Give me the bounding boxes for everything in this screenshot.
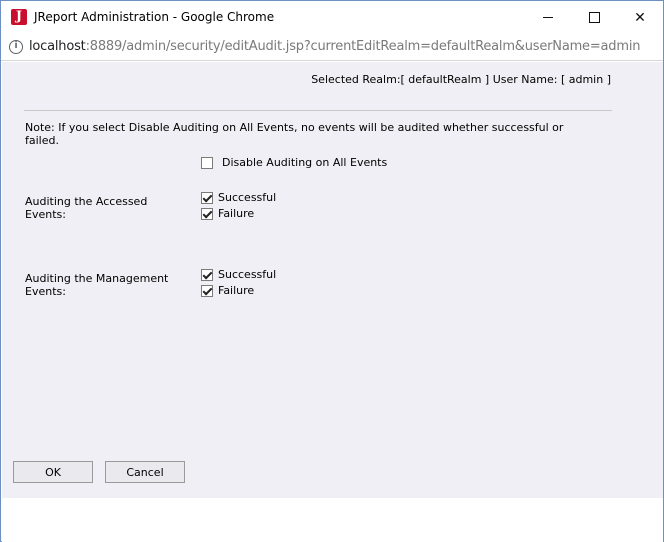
management-failure-row[interactable]: Failure — [201, 284, 254, 297]
url-text[interactable]: localhost:8889/admin/security/editAudit.… — [29, 39, 640, 54]
disable-auditing-row[interactable]: Disable Auditing on All Events — [201, 156, 387, 169]
management-failure-checkbox[interactable] — [201, 284, 213, 297]
accessed-events-label: Auditing the Accessed Events: — [25, 195, 148, 221]
management-successful-row[interactable]: Successful — [201, 268, 276, 281]
url-host: localhost — [29, 39, 86, 54]
close-button[interactable]: ✕ — [617, 1, 663, 34]
maximize-icon — [588, 12, 600, 23]
address-bar[interactable]: i localhost:8889/admin/security/editAudi… — [1, 34, 663, 61]
close-icon: ✕ — [634, 9, 646, 26]
accessed-failure-row[interactable]: Failure — [201, 207, 254, 220]
window-bottom-area — [2, 498, 663, 542]
minimize-icon — [543, 17, 553, 18]
disable-auditing-label: Disable Auditing on All Events — [222, 156, 388, 169]
accessed-successful-row[interactable]: Successful — [201, 191, 276, 204]
window-title: JReport Administration - Google Chrome — [34, 10, 275, 24]
cancel-button[interactable]: Cancel — [105, 461, 185, 483]
accessed-failure-label: Failure — [218, 207, 255, 220]
management-successful-label: Successful — [218, 268, 277, 281]
url-path: :8889/admin/security/editAudit.jsp?curre… — [85, 39, 641, 54]
dialog-content: Selected Realm:[ defaultRealm ] User Nam… — [2, 62, 663, 498]
title-bar: J JReport Administration - Google Chrome… — [1, 1, 663, 34]
accessed-successful-checkbox[interactable] — [201, 191, 213, 204]
management-failure-label: Failure — [218, 284, 255, 297]
realm-user-info: Selected Realm:[ defaultRealm ] User Nam… — [311, 73, 611, 86]
minimize-button[interactable] — [525, 1, 571, 34]
accessed-failure-checkbox[interactable] — [201, 207, 213, 220]
management-events-label: Auditing the Management Events: — [25, 272, 169, 298]
note-text: Note: If you select Disable Auditing on … — [25, 121, 564, 147]
divider — [24, 110, 612, 111]
info-icon[interactable]: i — [9, 40, 23, 54]
browser-window: J JReport Administration - Google Chrome… — [0, 0, 664, 542]
ok-button[interactable]: OK — [13, 461, 93, 483]
maximize-button[interactable] — [571, 1, 617, 34]
disable-auditing-checkbox[interactable] — [201, 156, 213, 169]
management-successful-checkbox[interactable] — [201, 268, 213, 281]
accessed-successful-label: Successful — [218, 191, 277, 204]
jreport-app-icon: J — [11, 9, 27, 25]
